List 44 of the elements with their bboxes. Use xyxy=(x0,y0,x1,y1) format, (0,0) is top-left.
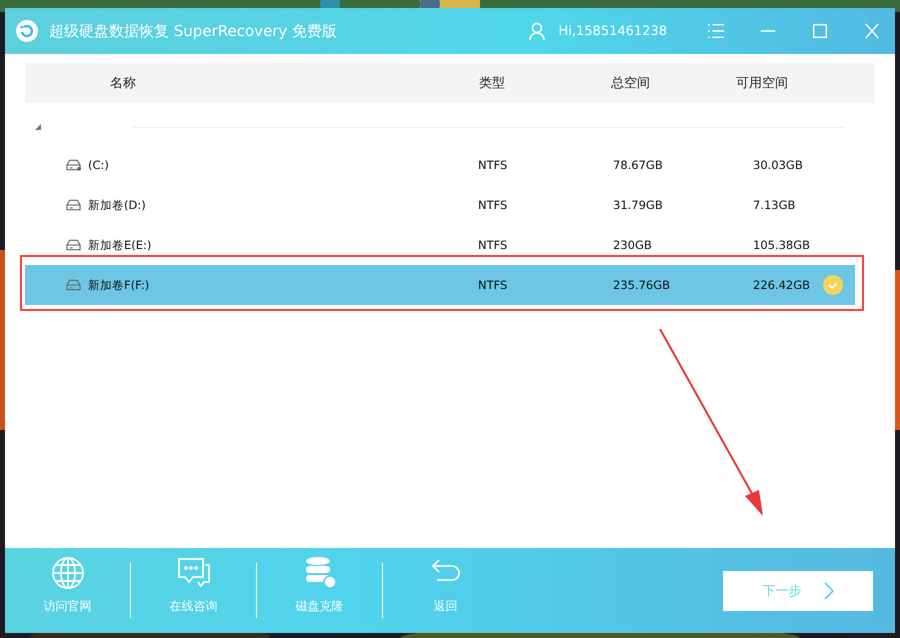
free-space: 30.03GB xyxy=(753,158,804,172)
column-header: 总空间 xyxy=(611,75,650,92)
collapse-icon[interactable] xyxy=(35,124,41,130)
footer-action[interactable]: 返回 xyxy=(383,556,508,626)
drive-icon xyxy=(66,239,81,251)
menu-icon[interactable] xyxy=(707,21,725,41)
total-space: 31.79GB xyxy=(613,198,664,212)
footer-action[interactable]: 访问官网 xyxy=(5,556,130,626)
close-icon[interactable] xyxy=(863,21,881,41)
file-system: NTFS xyxy=(478,198,508,212)
window-title: 超级硬盘数据恢复 SuperRecovery 免费版 xyxy=(49,22,338,40)
column-header: 类型 xyxy=(479,75,505,92)
column-header: 名称 xyxy=(109,75,137,92)
drive-row[interactable]: (C:) NTFS 78.67GB 30.03GB xyxy=(25,145,855,185)
file-system: NTFS xyxy=(478,238,508,252)
check-icon xyxy=(823,275,843,295)
drive-name: 新加卷F(F:) xyxy=(88,278,150,292)
drive-name: (C:) xyxy=(88,158,110,172)
chat-icon xyxy=(176,556,210,590)
column-header: 可用空间 xyxy=(736,75,788,92)
maximize-icon[interactable] xyxy=(811,21,829,41)
logo-icon xyxy=(15,19,39,43)
drive-row[interactable]: 新加卷F(F:) NTFS 235.76GB 226.42GB xyxy=(25,265,855,305)
chevron-right-icon xyxy=(824,582,834,600)
drive-name: 新加卷(D:) xyxy=(88,198,147,212)
total-space: 230GB xyxy=(613,238,653,252)
file-system: NTFS xyxy=(478,158,508,172)
drive-row[interactable]: 新加卷(D:) NTFS 31.79GB 7.13GB xyxy=(25,185,855,225)
free-space: 226.42GB xyxy=(753,278,812,292)
globe-icon xyxy=(50,556,84,590)
free-space: 7.13GB xyxy=(753,198,796,212)
drive-icon xyxy=(66,279,81,291)
total-space: 235.76GB xyxy=(613,278,672,292)
drive-row[interactable]: 新加卷E(E:) NTFS 230GB 105.38GB xyxy=(25,225,855,265)
free-space: 105.38GB xyxy=(753,238,812,252)
next-button[interactable]: 下一步 xyxy=(723,570,873,610)
drive-name: 新加卷E(E:) xyxy=(88,238,152,252)
footer-action[interactable]: 磁盘克隆 xyxy=(257,556,382,626)
footer-action[interactable]: 在线咨询 xyxy=(131,556,256,626)
drive-icon xyxy=(66,159,81,171)
drive-icon xyxy=(66,199,81,211)
total-space: 78.67GB xyxy=(613,158,664,172)
file-system: NTFS xyxy=(478,278,508,292)
user-name[interactable]: Hi,15851461238 xyxy=(558,24,667,38)
